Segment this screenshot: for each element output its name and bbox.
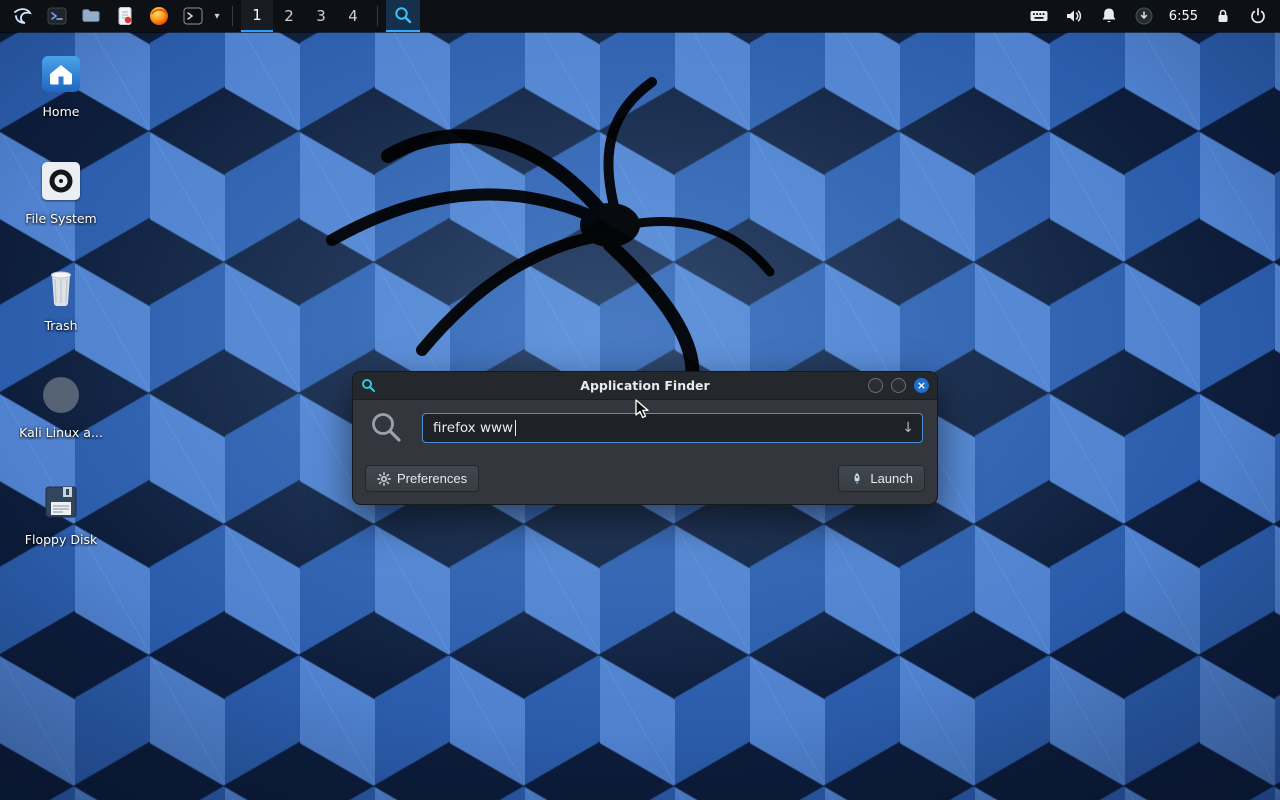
search-icon (393, 5, 413, 25)
window-buttons: × (868, 378, 929, 393)
close-icon: × (917, 380, 926, 391)
gear-icon (377, 472, 391, 486)
application-finder-window: Application Finder × firefox www ↓ Prefe… (352, 371, 938, 505)
search-icon (369, 410, 404, 445)
maximize-button[interactable] (891, 378, 906, 393)
window-title: Application Finder (353, 378, 937, 393)
desktop-icon-file-system[interactable]: File System (14, 159, 108, 226)
update-status-icon[interactable] (1134, 6, 1154, 26)
logout-power-icon[interactable] (1248, 6, 1268, 26)
workspace-label: 2 (284, 7, 294, 25)
top-panel: ▾ 1 2 3 4 (0, 0, 1280, 32)
preferences-label: Preferences (397, 471, 467, 486)
appfinder-panel-button[interactable] (386, 0, 420, 32)
text-caret (515, 420, 516, 436)
launch-label: Launch (870, 471, 913, 486)
trash-bin-icon (41, 267, 81, 309)
workspace-button-2[interactable]: 2 (273, 0, 305, 32)
chevron-down-icon[interactable]: ▾ (210, 11, 224, 22)
desktop-icon-label: Home (43, 104, 80, 119)
desktop-icon-floppy[interactable]: Floppy Disk (14, 480, 108, 547)
close-button[interactable]: × (914, 378, 929, 393)
firefox-button[interactable] (142, 0, 176, 32)
kali-logo-icon (12, 5, 34, 27)
clock[interactable]: 6:55 (1169, 9, 1198, 24)
keyboard-indicator-icon[interactable] (1029, 6, 1049, 26)
file-manager-button[interactable] (74, 0, 108, 32)
workspace-label: 4 (348, 7, 358, 25)
volume-icon[interactable] (1064, 6, 1084, 26)
kali-dragon-logo (270, 60, 830, 390)
terminal-icon (46, 5, 68, 27)
file-system-drive-icon (42, 162, 80, 200)
terminal-window-icon (182, 5, 204, 27)
entry-dropdown-arrow-icon[interactable]: ↓ (902, 420, 914, 436)
mouse-cursor (635, 399, 655, 421)
workspace-label: 1 (252, 6, 262, 24)
panel-separator (377, 6, 378, 26)
panel-launchers: ▾ 1 2 3 4 (0, 0, 420, 32)
search-input-value: firefox www (433, 420, 513, 436)
desktop-icon-list: Home File System Trash (14, 52, 108, 547)
workspace-button-3[interactable]: 3 (305, 0, 337, 32)
notifications-bell-icon[interactable] (1099, 6, 1119, 26)
document-icon (114, 5, 136, 27)
workspace-label: 3 (316, 7, 326, 25)
panel-tray: 6:55 (1029, 0, 1280, 32)
preferences-button[interactable]: Preferences (365, 465, 479, 492)
panel-separator (232, 6, 233, 26)
titlebar[interactable]: Application Finder × (353, 372, 937, 400)
home-folder-icon (42, 56, 80, 92)
folder-icon (80, 5, 102, 27)
terminal-dropdown-button[interactable] (176, 0, 210, 32)
terminal-launcher-button[interactable] (40, 0, 74, 32)
desktop-icon-label: Trash (44, 318, 77, 333)
launch-icon (850, 472, 864, 486)
firefox-icon (148, 5, 170, 27)
workspace-button-1[interactable]: 1 (241, 0, 273, 32)
dialog-button-row: Preferences Launch (353, 457, 937, 504)
minimize-button[interactable] (868, 378, 883, 393)
workspace-button-4[interactable]: 4 (337, 0, 369, 32)
desktop-icon-kali-docs[interactable]: Kali Linux a... (14, 373, 108, 440)
screen-lock-icon[interactable] (1213, 6, 1233, 26)
floppy-disk-icon (41, 482, 81, 522)
desktop-icon-label: Floppy Disk (25, 532, 97, 547)
desktop-icon-label: Kali Linux a... (19, 425, 103, 440)
desktop-icon-home[interactable]: Home (14, 52, 108, 119)
desktop-icon-label: File System (25, 211, 97, 226)
appfinder-window-icon (361, 378, 376, 393)
kali-link-icon (40, 374, 82, 416)
launch-button[interactable]: Launch (838, 465, 925, 492)
text-editor-button[interactable] (108, 0, 142, 32)
kali-menu-button[interactable] (6, 0, 40, 32)
search-input[interactable]: firefox www ↓ (422, 413, 923, 443)
desktop-icon-trash[interactable]: Trash (14, 266, 108, 333)
